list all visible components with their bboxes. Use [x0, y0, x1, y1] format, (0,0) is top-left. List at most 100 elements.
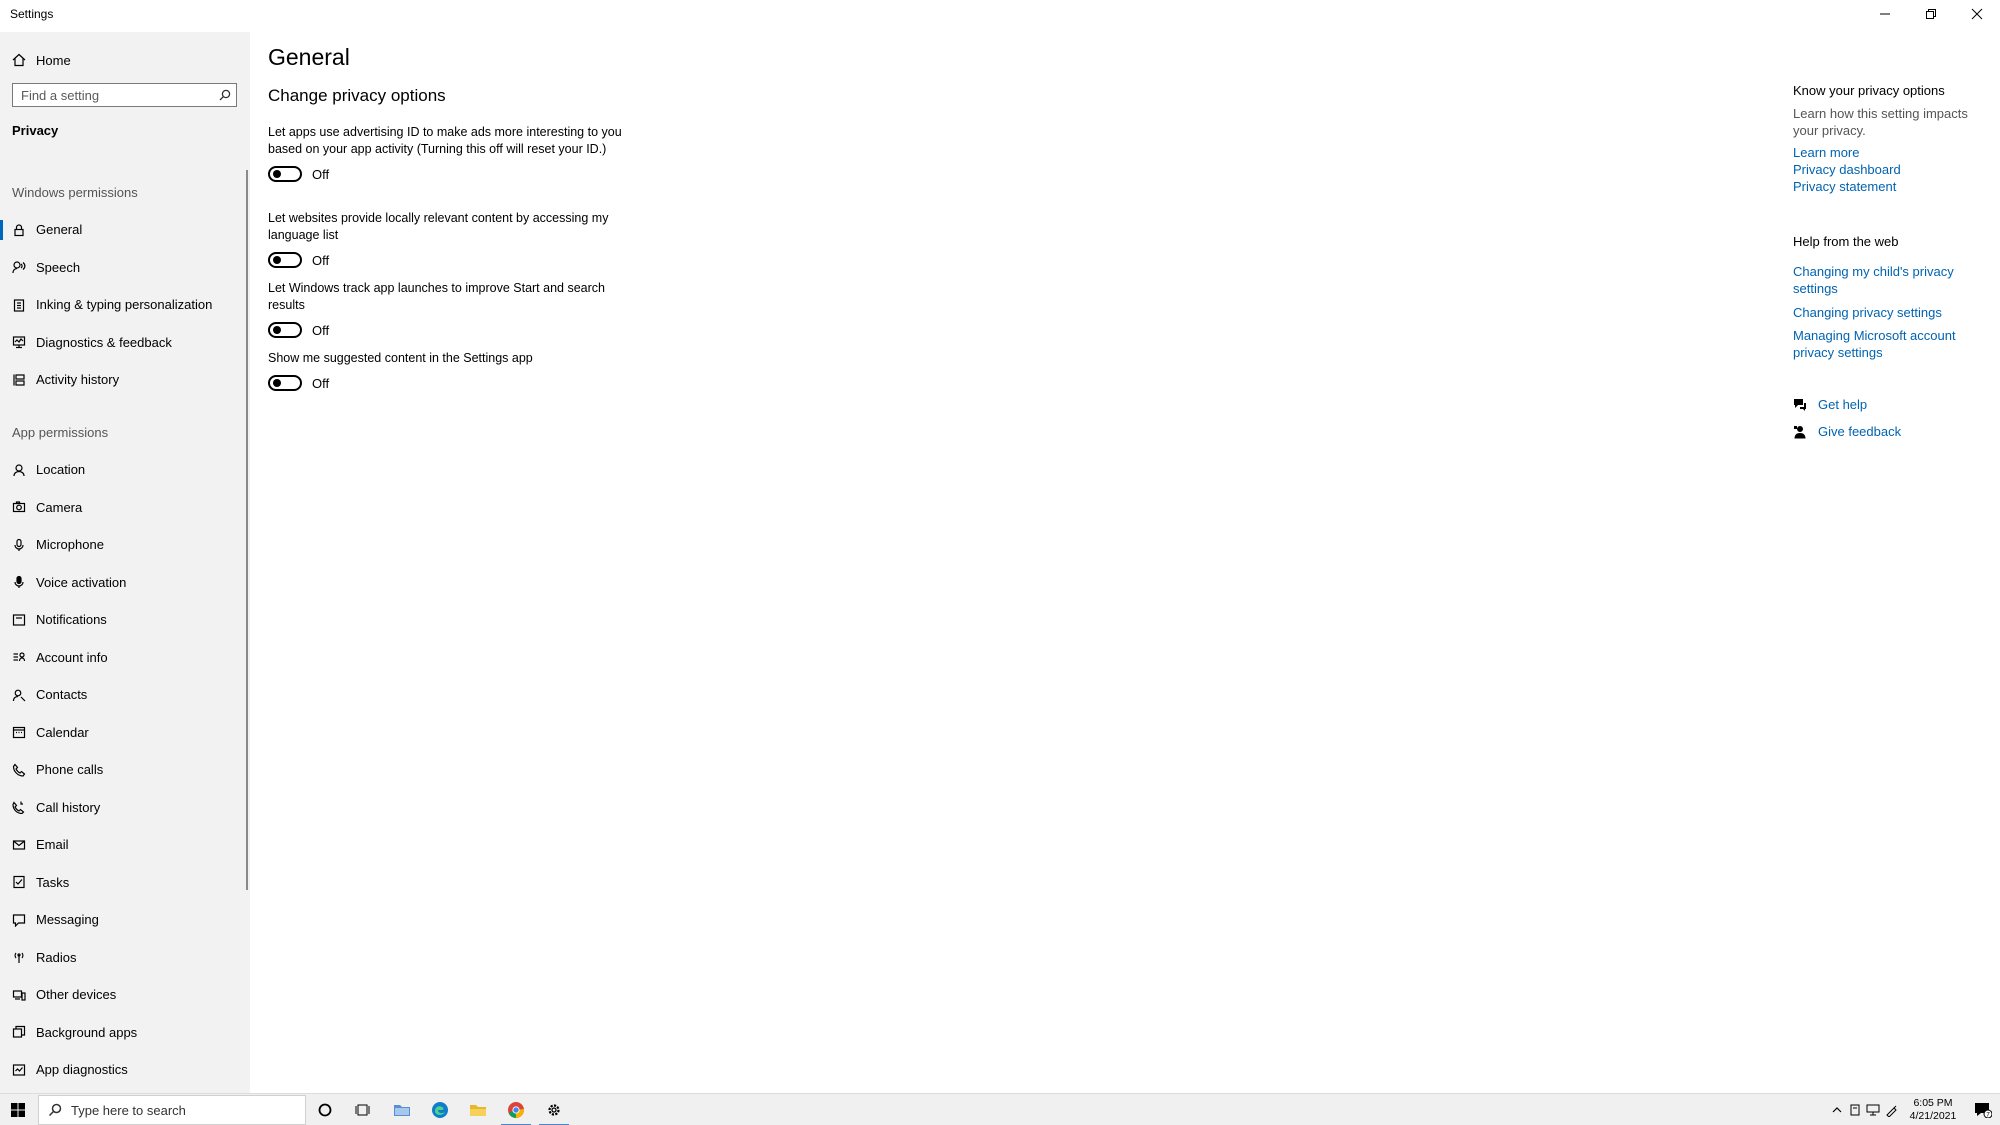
sidebar-item-activity-history[interactable]: Activity history: [0, 361, 248, 399]
tray-device-button[interactable]: [1846, 1094, 1864, 1125]
sidebar-item-app-diagnostics[interactable]: App diagnostics: [0, 1051, 248, 1089]
clipboard-icon: [0, 298, 36, 312]
edge-icon: [432, 1102, 448, 1118]
sidebar-item-inking-typing[interactable]: Inking & typing personalization: [0, 286, 248, 324]
microsoft-account-privacy-link[interactable]: Managing Microsoft account privacy setti…: [1793, 327, 1983, 361]
task-view-button[interactable]: [344, 1094, 382, 1125]
setting-description: Show me suggested content in the Setting…: [268, 351, 533, 365]
close-icon: [1971, 8, 1983, 20]
sidebar-item-label: Phone calls: [36, 762, 104, 778]
close-button[interactable]: [1954, 0, 2000, 28]
sidebar-item-label: Account info: [36, 649, 108, 665]
sidebar-item-general[interactable]: General: [0, 211, 248, 249]
sidebar-item-other-devices[interactable]: Other devices: [0, 976, 248, 1014]
messaging-icon: [0, 913, 36, 927]
clock-date: 4/21/2021: [1909, 1110, 1957, 1122]
sidebar-item-speech[interactable]: Speech: [0, 249, 248, 287]
sidebar-item-calendar[interactable]: Calendar: [0, 714, 248, 752]
show-hidden-icons-button[interactable]: [1828, 1094, 1846, 1125]
setting-suggested-content: Show me suggested content in the Setting…: [268, 350, 623, 393]
sidebar-item-account-info[interactable]: Account info: [0, 639, 248, 677]
home-icon: [0, 53, 36, 67]
get-help-icon: [1794, 398, 1806, 411]
toggle-row: Off: [268, 164, 623, 184]
taskbar-clock[interactable]: 6:05 PM 4/21/2021: [1906, 1097, 1960, 1123]
setting-track-app-launches: Let Windows track app launches to improv…: [268, 280, 623, 340]
taskbar-app-edge[interactable]: [421, 1094, 459, 1125]
restore-button[interactable]: [1908, 0, 1954, 28]
language-list-toggle[interactable]: [268, 252, 302, 268]
sidebar-item-messaging[interactable]: Messaging: [0, 901, 248, 939]
privacy-dashboard-link[interactable]: Privacy dashboard: [1793, 161, 1983, 178]
sidebar-item-camera[interactable]: Camera: [0, 489, 248, 527]
get-help-label: Get help: [1818, 397, 1868, 412]
pen-icon: [1885, 1105, 1897, 1117]
toggle-row: Off: [268, 320, 623, 340]
search-icon: [48, 1103, 62, 1117]
sidebar-item-tasks[interactable]: Tasks: [0, 864, 248, 902]
taskbar-search-placeholder: Type here to search: [71, 1102, 186, 1118]
cortana-icon: [318, 1103, 332, 1117]
task-view-icon: [355, 1104, 370, 1116]
speech-icon: [0, 260, 36, 274]
lock-icon: [0, 223, 36, 237]
track-app-launches-toggle[interactable]: [268, 322, 302, 338]
minimize-button[interactable]: [1862, 0, 1908, 28]
network-icon: [1866, 1104, 1880, 1116]
know-privacy-heading: Know your privacy options: [1793, 83, 1945, 98]
privacy-statement-link[interactable]: Privacy statement: [1793, 178, 1983, 195]
search-icon[interactable]: [214, 89, 236, 101]
taskbar-app-file-explorer[interactable]: [459, 1094, 497, 1125]
sidebar-item-location[interactable]: Location: [0, 451, 248, 489]
toggle-knob: [273, 326, 281, 334]
tray-pen-button[interactable]: [1882, 1094, 1900, 1125]
app-permissions-list: Location Camera Microphone Voice activat…: [0, 451, 248, 1089]
changing-privacy-link[interactable]: Changing privacy settings: [1793, 304, 1983, 321]
camera-icon: [0, 500, 36, 514]
suggested-content-toggle[interactable]: [268, 375, 302, 391]
location-icon: [0, 463, 36, 477]
learn-more-link[interactable]: Learn more: [1793, 144, 1983, 161]
taskbar-app-settings[interactable]: [535, 1094, 573, 1125]
phone-icon: [0, 763, 36, 777]
give-feedback-action[interactable]: Give feedback: [1793, 424, 1901, 439]
start-button[interactable]: [0, 1094, 36, 1125]
sidebar-item-notifications[interactable]: Notifications: [0, 601, 248, 639]
child-privacy-link[interactable]: Changing my child's privacy settings: [1793, 263, 1983, 297]
toggle-state: Off: [312, 322, 330, 338]
sidebar: Home Privacy Windows permissions General…: [0, 32, 250, 1093]
toggle-state: Off: [312, 375, 330, 391]
sidebar-item-phone-calls[interactable]: Phone calls: [0, 751, 248, 789]
advertising-id-toggle[interactable]: [268, 166, 302, 182]
privacy-heading: Privacy: [12, 123, 59, 138]
toggle-knob: [273, 170, 281, 178]
sidebar-item-diagnostics[interactable]: Diagnostics & feedback: [0, 324, 248, 362]
sidebar-item-email[interactable]: Email: [0, 826, 248, 864]
main-content: General Change privacy options Let apps …: [250, 32, 1750, 1093]
taskbar-search-box[interactable]: Type here to search: [38, 1095, 306, 1125]
find-setting-input[interactable]: [13, 85, 214, 105]
tray-network-button[interactable]: [1864, 1094, 1882, 1125]
system-tray: 6:05 PM 4/21/2021 7: [1828, 1094, 2000, 1125]
give-feedback-icon: [1794, 425, 1806, 438]
call-history-icon: [0, 800, 36, 815]
get-help-action[interactable]: Get help: [1793, 397, 1867, 412]
setting-language-list: Let websites provide locally relevant co…: [268, 210, 623, 270]
app-diagnostics-icon: [0, 1063, 36, 1077]
sidebar-item-voice-activation[interactable]: Voice activation: [0, 564, 248, 602]
windows-permissions-label: Windows permissions: [12, 185, 138, 200]
sidebar-item-radios[interactable]: Radios: [0, 939, 248, 977]
taskbar-app-files[interactable]: [383, 1094, 421, 1125]
taskbar-app-chrome[interactable]: [497, 1094, 535, 1125]
sidebar-item-contacts[interactable]: Contacts: [0, 676, 248, 714]
taskbar: Type here to search 6:05 PM 4/21/2021 7: [0, 1093, 2000, 1125]
cortana-button[interactable]: [306, 1094, 344, 1125]
action-center-button[interactable]: 7: [1966, 1094, 2000, 1125]
sidebar-item-microphone[interactable]: Microphone: [0, 526, 248, 564]
sidebar-item-call-history[interactable]: Call history: [0, 789, 248, 827]
home-nav-item[interactable]: Home: [0, 44, 248, 76]
toggle-state: Off: [312, 252, 330, 268]
sidebar-item-background-apps[interactable]: Background apps: [0, 1014, 248, 1052]
app-permissions-label: App permissions: [12, 425, 109, 440]
setting-description: Let apps use advertising ID to make ads …: [268, 125, 622, 156]
